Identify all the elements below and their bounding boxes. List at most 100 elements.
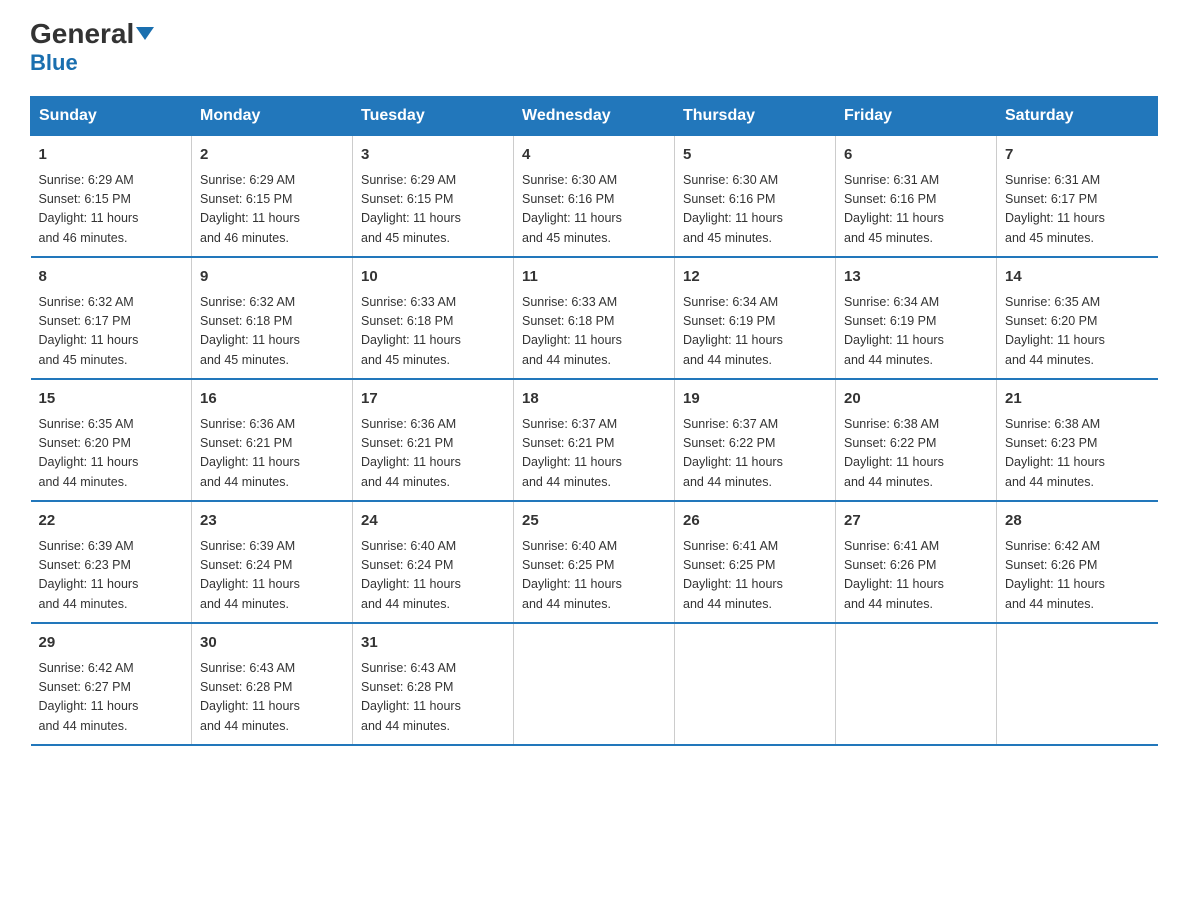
calendar-cell: 15 Sunrise: 6:35 AMSunset: 6:20 PMDaylig… — [31, 379, 192, 501]
day-number: 11 — [522, 266, 666, 289]
calendar-cell — [675, 623, 836, 745]
calendar-cell: 26 Sunrise: 6:41 AMSunset: 6:25 PMDaylig… — [675, 501, 836, 623]
week-row-2: 8 Sunrise: 6:32 AMSunset: 6:17 PMDayligh… — [31, 257, 1158, 379]
calendar-cell: 3 Sunrise: 6:29 AMSunset: 6:15 PMDayligh… — [353, 136, 514, 258]
day-number: 16 — [200, 388, 344, 411]
day-info: Sunrise: 6:34 AMSunset: 6:19 PMDaylight:… — [683, 293, 827, 371]
day-info: Sunrise: 6:40 AMSunset: 6:25 PMDaylight:… — [522, 537, 666, 615]
day-info: Sunrise: 6:43 AMSunset: 6:28 PMDaylight:… — [200, 659, 344, 737]
calendar-cell: 28 Sunrise: 6:42 AMSunset: 6:26 PMDaylig… — [997, 501, 1158, 623]
week-row-5: 29 Sunrise: 6:42 AMSunset: 6:27 PMDaylig… — [31, 623, 1158, 745]
day-info: Sunrise: 6:33 AMSunset: 6:18 PMDaylight:… — [522, 293, 666, 371]
day-number: 9 — [200, 266, 344, 289]
calendar-cell: 1 Sunrise: 6:29 AMSunset: 6:15 PMDayligh… — [31, 136, 192, 258]
calendar-cell: 6 Sunrise: 6:31 AMSunset: 6:16 PMDayligh… — [836, 136, 997, 258]
day-header-saturday: Saturday — [997, 97, 1158, 136]
day-info: Sunrise: 6:29 AMSunset: 6:15 PMDaylight:… — [39, 171, 184, 249]
day-info: Sunrise: 6:43 AMSunset: 6:28 PMDaylight:… — [361, 659, 505, 737]
calendar-cell: 16 Sunrise: 6:36 AMSunset: 6:21 PMDaylig… — [192, 379, 353, 501]
calendar-cell: 14 Sunrise: 6:35 AMSunset: 6:20 PMDaylig… — [997, 257, 1158, 379]
calendar-cell: 7 Sunrise: 6:31 AMSunset: 6:17 PMDayligh… — [997, 136, 1158, 258]
calendar-cell: 17 Sunrise: 6:36 AMSunset: 6:21 PMDaylig… — [353, 379, 514, 501]
day-info: Sunrise: 6:31 AMSunset: 6:17 PMDaylight:… — [1005, 171, 1150, 249]
calendar-cell: 13 Sunrise: 6:34 AMSunset: 6:19 PMDaylig… — [836, 257, 997, 379]
logo-sub: Blue — [30, 50, 78, 76]
day-info: Sunrise: 6:36 AMSunset: 6:21 PMDaylight:… — [200, 415, 344, 493]
day-info: Sunrise: 6:36 AMSunset: 6:21 PMDaylight:… — [361, 415, 505, 493]
calendar-table: SundayMondayTuesdayWednesdayThursdayFrid… — [30, 96, 1158, 746]
day-header-sunday: Sunday — [31, 97, 192, 136]
calendar-cell: 21 Sunrise: 6:38 AMSunset: 6:23 PMDaylig… — [997, 379, 1158, 501]
day-info: Sunrise: 6:29 AMSunset: 6:15 PMDaylight:… — [361, 171, 505, 249]
calendar-cell: 23 Sunrise: 6:39 AMSunset: 6:24 PMDaylig… — [192, 501, 353, 623]
day-number: 5 — [683, 144, 827, 167]
calendar-cell — [997, 623, 1158, 745]
day-number: 4 — [522, 144, 666, 167]
week-row-4: 22 Sunrise: 6:39 AMSunset: 6:23 PMDaylig… — [31, 501, 1158, 623]
day-number: 20 — [844, 388, 988, 411]
logo: General Blue — [30, 20, 154, 76]
day-info: Sunrise: 6:37 AMSunset: 6:21 PMDaylight:… — [522, 415, 666, 493]
day-info: Sunrise: 6:41 AMSunset: 6:25 PMDaylight:… — [683, 537, 827, 615]
day-number: 14 — [1005, 266, 1150, 289]
week-row-1: 1 Sunrise: 6:29 AMSunset: 6:15 PMDayligh… — [31, 136, 1158, 258]
day-info: Sunrise: 6:42 AMSunset: 6:27 PMDaylight:… — [39, 659, 184, 737]
day-number: 8 — [39, 266, 184, 289]
calendar-cell: 31 Sunrise: 6:43 AMSunset: 6:28 PMDaylig… — [353, 623, 514, 745]
day-number: 30 — [200, 632, 344, 655]
day-info: Sunrise: 6:32 AMSunset: 6:18 PMDaylight:… — [200, 293, 344, 371]
day-number: 31 — [361, 632, 505, 655]
day-header-thursday: Thursday — [675, 97, 836, 136]
day-header-tuesday: Tuesday — [353, 97, 514, 136]
day-info: Sunrise: 6:35 AMSunset: 6:20 PMDaylight:… — [1005, 293, 1150, 371]
day-number: 22 — [39, 510, 184, 533]
calendar-cell: 29 Sunrise: 6:42 AMSunset: 6:27 PMDaylig… — [31, 623, 192, 745]
day-number: 23 — [200, 510, 344, 533]
day-info: Sunrise: 6:39 AMSunset: 6:23 PMDaylight:… — [39, 537, 184, 615]
calendar-cell: 10 Sunrise: 6:33 AMSunset: 6:18 PMDaylig… — [353, 257, 514, 379]
day-info: Sunrise: 6:30 AMSunset: 6:16 PMDaylight:… — [522, 171, 666, 249]
day-info: Sunrise: 6:33 AMSunset: 6:18 PMDaylight:… — [361, 293, 505, 371]
day-number: 15 — [39, 388, 184, 411]
day-info: Sunrise: 6:41 AMSunset: 6:26 PMDaylight:… — [844, 537, 988, 615]
day-number: 7 — [1005, 144, 1150, 167]
calendar-cell: 24 Sunrise: 6:40 AMSunset: 6:24 PMDaylig… — [353, 501, 514, 623]
day-number: 28 — [1005, 510, 1150, 533]
day-header-monday: Monday — [192, 97, 353, 136]
day-number: 3 — [361, 144, 505, 167]
calendar-cell: 5 Sunrise: 6:30 AMSunset: 6:16 PMDayligh… — [675, 136, 836, 258]
calendar-body: 1 Sunrise: 6:29 AMSunset: 6:15 PMDayligh… — [31, 136, 1158, 746]
calendar-cell: 30 Sunrise: 6:43 AMSunset: 6:28 PMDaylig… — [192, 623, 353, 745]
day-info: Sunrise: 6:42 AMSunset: 6:26 PMDaylight:… — [1005, 537, 1150, 615]
day-header-friday: Friday — [836, 97, 997, 136]
calendar-cell: 20 Sunrise: 6:38 AMSunset: 6:22 PMDaylig… — [836, 379, 997, 501]
day-number: 29 — [39, 632, 184, 655]
day-number: 18 — [522, 388, 666, 411]
week-row-3: 15 Sunrise: 6:35 AMSunset: 6:20 PMDaylig… — [31, 379, 1158, 501]
day-number: 27 — [844, 510, 988, 533]
day-number: 24 — [361, 510, 505, 533]
calendar-cell: 18 Sunrise: 6:37 AMSunset: 6:21 PMDaylig… — [514, 379, 675, 501]
calendar-cell: 4 Sunrise: 6:30 AMSunset: 6:16 PMDayligh… — [514, 136, 675, 258]
calendar-cell: 12 Sunrise: 6:34 AMSunset: 6:19 PMDaylig… — [675, 257, 836, 379]
calendar-cell: 11 Sunrise: 6:33 AMSunset: 6:18 PMDaylig… — [514, 257, 675, 379]
day-number: 6 — [844, 144, 988, 167]
day-number: 12 — [683, 266, 827, 289]
day-info: Sunrise: 6:29 AMSunset: 6:15 PMDaylight:… — [200, 171, 344, 249]
day-info: Sunrise: 6:34 AMSunset: 6:19 PMDaylight:… — [844, 293, 988, 371]
day-info: Sunrise: 6:30 AMSunset: 6:16 PMDaylight:… — [683, 171, 827, 249]
calendar-cell: 22 Sunrise: 6:39 AMSunset: 6:23 PMDaylig… — [31, 501, 192, 623]
day-number: 19 — [683, 388, 827, 411]
day-number: 1 — [39, 144, 184, 167]
calendar-cell: 9 Sunrise: 6:32 AMSunset: 6:18 PMDayligh… — [192, 257, 353, 379]
page-header: General Blue — [30, 20, 1158, 76]
calendar-cell: 25 Sunrise: 6:40 AMSunset: 6:25 PMDaylig… — [514, 501, 675, 623]
day-header-wednesday: Wednesday — [514, 97, 675, 136]
day-info: Sunrise: 6:39 AMSunset: 6:24 PMDaylight:… — [200, 537, 344, 615]
day-info: Sunrise: 6:37 AMSunset: 6:22 PMDaylight:… — [683, 415, 827, 493]
day-number: 25 — [522, 510, 666, 533]
calendar-cell: 27 Sunrise: 6:41 AMSunset: 6:26 PMDaylig… — [836, 501, 997, 623]
day-info: Sunrise: 6:38 AMSunset: 6:23 PMDaylight:… — [1005, 415, 1150, 493]
day-info: Sunrise: 6:40 AMSunset: 6:24 PMDaylight:… — [361, 537, 505, 615]
day-number: 26 — [683, 510, 827, 533]
